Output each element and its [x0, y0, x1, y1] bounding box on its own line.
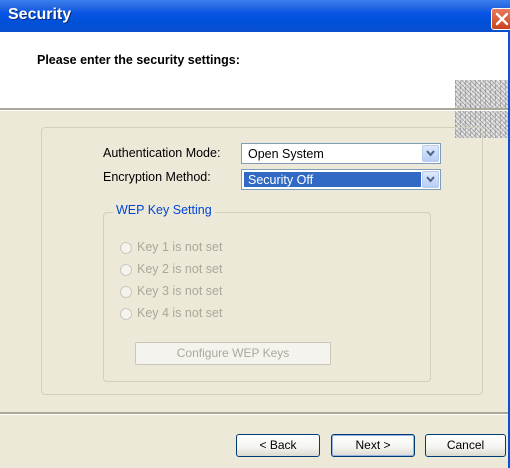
wep-key-setting-legend: WEP Key Setting: [113, 203, 215, 217]
encryption-method-label: Encryption Method:: [103, 170, 211, 184]
key2-label: Key 2 is not set: [137, 262, 223, 276]
authentication-mode-value: Open System: [248, 147, 324, 161]
footer-divider: [0, 412, 510, 415]
key4-label: Key 4 is not set: [137, 306, 223, 320]
chevron-down-icon: [426, 150, 435, 157]
close-button[interactable]: [491, 8, 510, 30]
key3-label: Key 3 is not set: [137, 284, 223, 298]
header-divider: [0, 108, 510, 111]
chevron-down-icon: [426, 176, 435, 183]
encryption-method-value: Security Off: [248, 173, 314, 187]
key1-label: Key 1 is not set: [137, 240, 223, 254]
cancel-button[interactable]: Cancel: [425, 434, 506, 457]
authentication-mode-label: Authentication Mode:: [103, 146, 221, 160]
authentication-mode-select[interactable]: Open System: [241, 143, 441, 164]
radio-circle[interactable]: [120, 242, 132, 254]
radio-circle[interactable]: [120, 264, 132, 276]
next-button[interactable]: Next >: [331, 434, 415, 457]
encryption-method-dropdown-button[interactable]: [422, 171, 439, 188]
close-icon: [495, 12, 509, 26]
radio-circle[interactable]: [120, 308, 132, 320]
page-title: Please enter the security settings:: [37, 53, 240, 67]
security-dialog: Security Please enter the security setti…: [0, 0, 510, 468]
title-bar[interactable]: Security: [0, 0, 510, 32]
encryption-method-select[interactable]: Security Off: [241, 169, 441, 190]
header-panel: Please enter the security settings:: [0, 32, 510, 138]
back-button[interactable]: < Back: [236, 434, 320, 457]
window-title: Security: [8, 6, 72, 23]
configure-wep-keys-button[interactable]: Configure WEP Keys: [135, 342, 331, 365]
radio-circle[interactable]: [120, 286, 132, 298]
authentication-mode-dropdown-button[interactable]: [422, 145, 439, 162]
